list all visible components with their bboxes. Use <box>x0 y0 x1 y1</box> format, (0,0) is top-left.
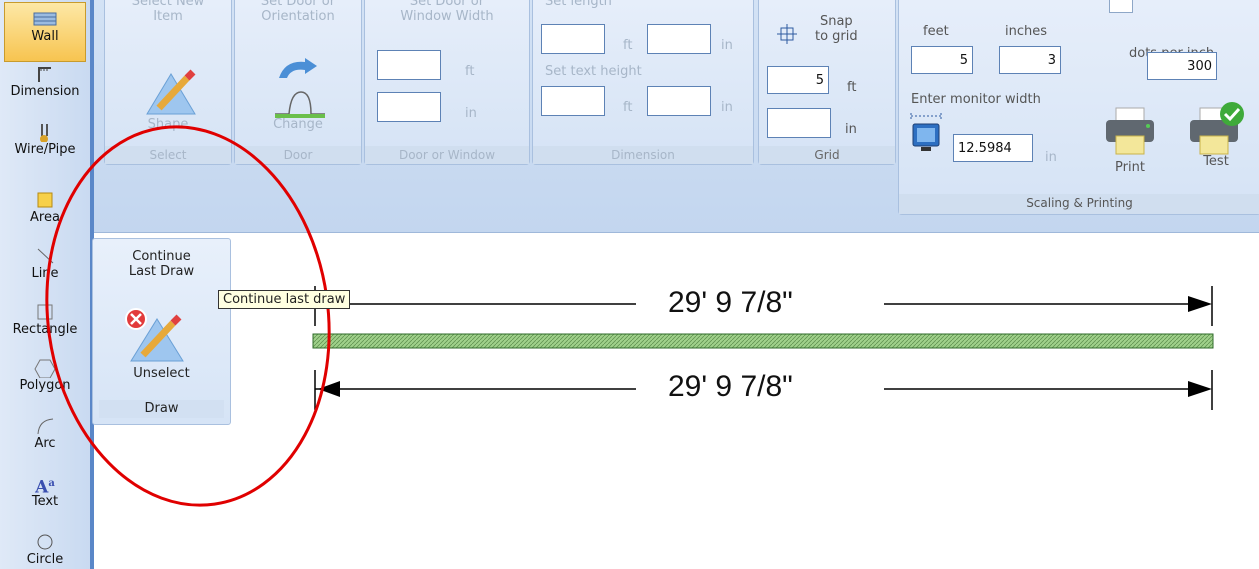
annotation-circle <box>45 125 331 507</box>
tooltip: Continue last draw <box>218 290 351 309</box>
drawing-canvas[interactable] <box>0 0 1259 569</box>
wall-segment[interactable] <box>312 333 1214 349</box>
dimension-label-top: 29' 9 7/8" <box>668 286 793 319</box>
dimension-label-bottom: 29' 9 7/8" <box>668 370 793 403</box>
